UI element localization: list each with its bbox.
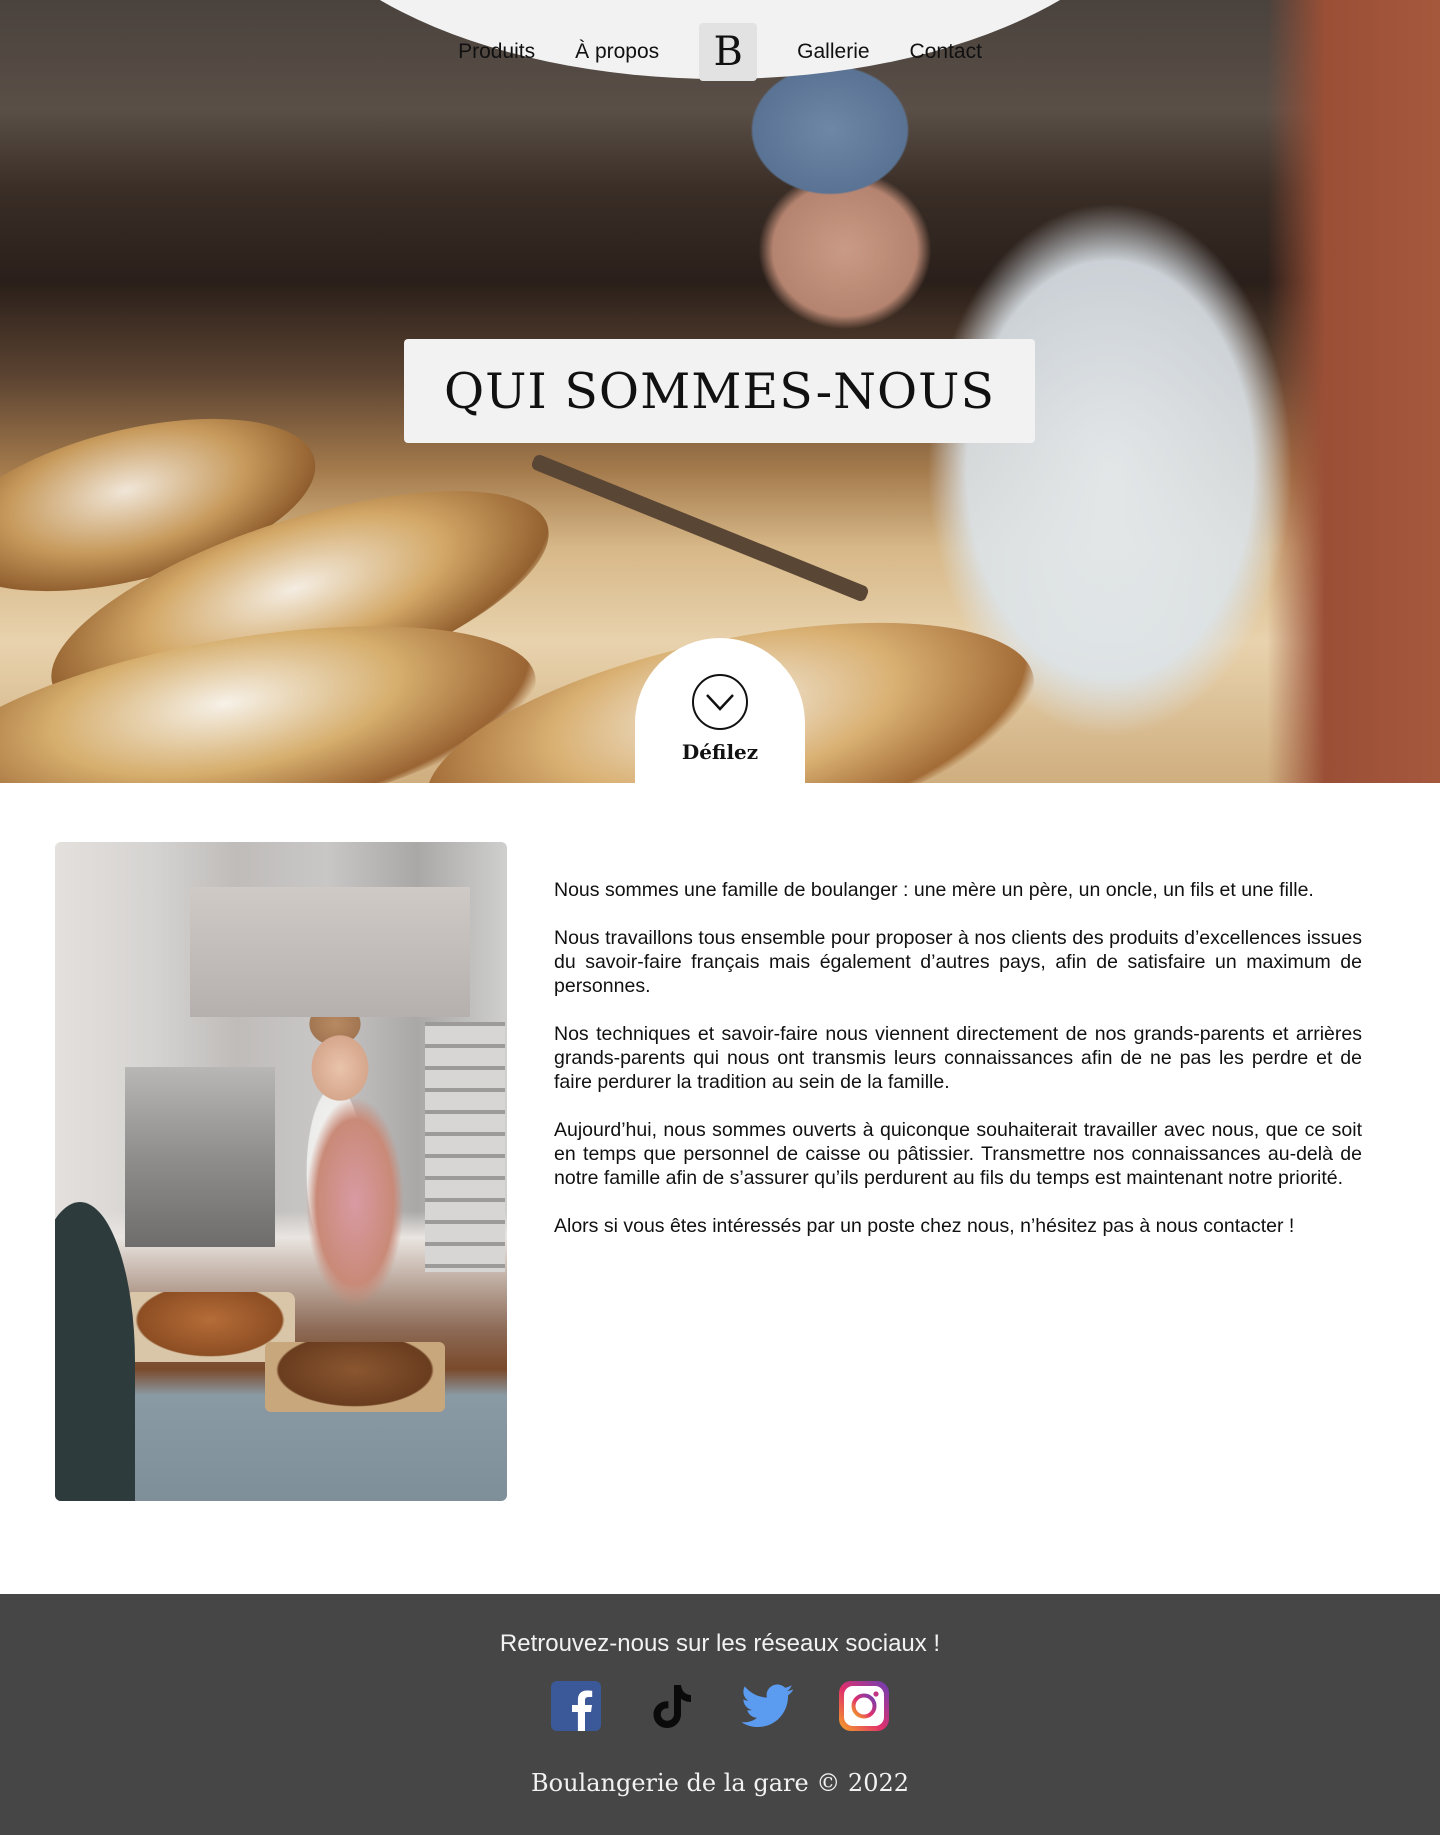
about-paragraph: Nous sommes une famille de boulanger : u… (554, 879, 1314, 901)
photo-person (55, 1202, 135, 1501)
facebook-icon[interactable] (550, 1680, 602, 1732)
page-title: QUI SOMMES-NOUS (443, 362, 996, 420)
social-links (0, 1680, 1440, 1732)
about-text: Nous sommes une famille de boulanger : u… (554, 878, 1362, 1262)
hero-title-box: QUI SOMMES-NOUS (404, 339, 1035, 443)
photo-hood (190, 887, 470, 1017)
about-paragraph: Alors si vous êtes intéressés par un pos… (554, 1215, 1295, 1237)
scroll-label: Défilez (681, 740, 759, 764)
tiktok-icon[interactable] (646, 1680, 698, 1732)
nav-link-produits[interactable]: Produits (458, 40, 535, 64)
twitter-icon[interactable] (742, 1680, 794, 1732)
instagram-icon[interactable] (838, 1680, 890, 1732)
footer: Retrouvez-nous sur les réseaux sociaux ! (0, 1594, 1440, 1835)
about-paragraph: Nous travaillons tous ensemble pour prop… (554, 927, 1362, 997)
photo-rack (425, 1022, 505, 1272)
photo-oven (125, 1067, 275, 1247)
social-title: Retrouvez-nous sur les réseaux sociaux ! (499, 1630, 941, 1657)
bread-peel (530, 453, 870, 603)
photo-basket (265, 1342, 445, 1412)
about-paragraph: Aujourd’hui, nous sommes ouverts à quico… (554, 1119, 1362, 1189)
about-paragraph: Nos techniques et savoir-faire nous vien… (554, 1023, 1362, 1093)
nav-link-contact[interactable]: Contact (910, 40, 982, 64)
logo[interactable]: B (699, 23, 758, 81)
nav-link-gallerie[interactable]: Gallerie (797, 40, 869, 64)
nav-link-a-propos[interactable]: À propos (575, 40, 659, 64)
bakery-photo (55, 842, 507, 1501)
main-nav: Produits À propos B Gallerie Contact (0, 22, 1440, 82)
copyright: Boulangerie de la gare © 2022 (530, 1769, 910, 1797)
chevron-down-icon (692, 674, 748, 730)
hero-banner: QUI SOMMES-NOUS Défilez (0, 0, 1440, 783)
